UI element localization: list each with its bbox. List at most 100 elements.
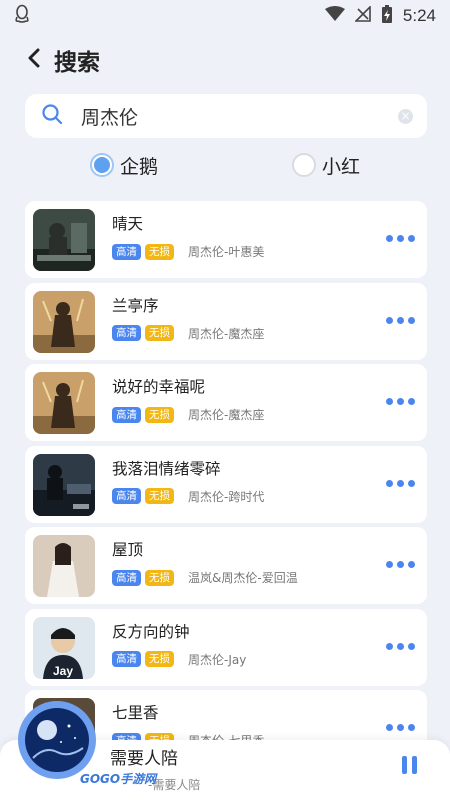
no-signal-icon bbox=[353, 5, 371, 26]
more-options-button[interactable] bbox=[386, 479, 415, 487]
more-options-button[interactable] bbox=[386, 235, 415, 242]
album-cover bbox=[33, 372, 95, 434]
more-dots-icon bbox=[408, 561, 415, 568]
more-dots-icon bbox=[397, 561, 404, 568]
lossless-badge: 无损 bbox=[145, 406, 174, 423]
song-item[interactable]: Jay 反方向的钟 高清 无损 周杰伦-Jay bbox=[25, 608, 427, 686]
lossless-badge: 无损 bbox=[145, 569, 174, 586]
source-label: 企鹅 bbox=[120, 155, 159, 178]
wifi-icon bbox=[324, 6, 345, 26]
now-playing-disc[interactable] bbox=[18, 701, 96, 779]
hd-badge: 高清 bbox=[112, 325, 141, 341]
more-dots-icon bbox=[386, 561, 393, 568]
more-dots-icon bbox=[397, 235, 404, 242]
more-options-button[interactable] bbox=[386, 724, 415, 731]
more-dots-icon bbox=[386, 235, 393, 242]
album-cover bbox=[33, 453, 95, 516]
more-dots-icon bbox=[386, 479, 393, 487]
song-title: 七里香 bbox=[112, 704, 159, 722]
back-button[interactable] bbox=[22, 45, 46, 75]
source-selector: 企鹅 小红 bbox=[0, 148, 450, 182]
battery-charging-icon bbox=[381, 4, 393, 28]
svg-text:Jay: Jay bbox=[53, 664, 73, 678]
song-artist-album: 周杰伦-叶惠美 bbox=[188, 245, 265, 259]
album-cover bbox=[33, 535, 95, 597]
source-label: 小红 bbox=[322, 155, 361, 178]
song-artist-album: 周杰伦-跨时代 bbox=[188, 489, 265, 504]
radio-checked-icon bbox=[90, 153, 114, 177]
watermark-logo: GOGO手游网 bbox=[80, 772, 157, 786]
album-cover bbox=[33, 209, 95, 271]
song-item[interactable]: 晴天 高清 无损 周杰伦-叶惠美 bbox=[25, 201, 427, 278]
radio-unchecked-icon bbox=[292, 153, 316, 177]
more-dots-icon bbox=[408, 235, 415, 242]
more-options-button[interactable] bbox=[386, 561, 415, 568]
song-artist-album: 周杰伦-Jay bbox=[188, 652, 247, 667]
status-bar: 5:24 bbox=[0, 0, 450, 32]
search-icon bbox=[41, 103, 63, 129]
song-item[interactable]: 兰亭序 高清 无损 周杰伦-魔杰座 bbox=[25, 282, 427, 360]
more-options-button[interactable] bbox=[386, 642, 415, 650]
page-title: 搜索 bbox=[54, 50, 100, 76]
song-item[interactable]: 我落泪情绪零碎 高清 无损 周杰伦-跨时代 bbox=[25, 445, 427, 523]
more-dots-icon bbox=[408, 398, 415, 405]
status-time: 5:24 bbox=[402, 6, 436, 25]
song-title: 兰亭序 bbox=[112, 296, 159, 315]
pause-icon bbox=[412, 756, 417, 774]
pause-button[interactable] bbox=[402, 756, 418, 774]
lossless-badge: 无损 bbox=[145, 488, 174, 504]
more-dots-icon bbox=[397, 642, 404, 650]
header: 搜索 bbox=[0, 36, 450, 84]
search-bar[interactable]: 周杰伦 × bbox=[25, 94, 427, 138]
album-cover: Jay bbox=[33, 616, 95, 679]
lossless-badge: 无损 bbox=[145, 651, 174, 667]
more-dots-icon bbox=[408, 316, 415, 324]
qq-penguin-icon bbox=[14, 4, 30, 28]
song-title: 晴天 bbox=[112, 215, 144, 233]
source-radio-qq[interactable]: 企鹅 bbox=[90, 148, 158, 182]
more-dots-icon bbox=[397, 398, 404, 405]
hd-badge: 高清 bbox=[112, 243, 141, 260]
song-item[interactable]: 屋顶 高清 无损 温岚&周杰伦-爱回温 bbox=[25, 527, 427, 604]
lossless-badge: 无损 bbox=[145, 325, 174, 341]
song-tags: 高清 无损 周杰伦-跨时代 bbox=[112, 488, 264, 505]
song-title: 我落泪情绪零碎 bbox=[112, 459, 221, 478]
more-dots-icon bbox=[386, 724, 393, 731]
more-dots-icon bbox=[397, 316, 404, 324]
chevron-left-icon bbox=[27, 48, 41, 72]
close-icon: × bbox=[400, 109, 411, 123]
song-tags: 高清 无损 周杰伦-叶惠美 bbox=[112, 243, 264, 260]
source-radio-xiaohong[interactable]: 小红 bbox=[292, 148, 360, 182]
more-dots-icon bbox=[408, 724, 415, 731]
hd-badge: 高清 bbox=[112, 488, 141, 504]
song-artist-album: 周杰伦-魔杰座 bbox=[188, 408, 265, 422]
song-title: 说好的幸福呢 bbox=[112, 378, 206, 396]
more-dots-icon bbox=[386, 316, 393, 324]
song-artist-album: 温岚&周杰伦-爱回温 bbox=[188, 571, 298, 585]
song-tags: 高清 无损 周杰伦-魔杰座 bbox=[112, 406, 264, 423]
song-item[interactable]: 说好的幸福呢 高清 无损 周杰伦-魔杰座 bbox=[25, 364, 427, 441]
more-dots-icon bbox=[386, 398, 393, 405]
album-cover bbox=[33, 290, 95, 353]
now-playing-cover bbox=[25, 708, 89, 772]
more-options-button[interactable] bbox=[386, 316, 415, 324]
song-list: 晴天 高清 无损 周杰伦-叶惠美 兰亭序 高清 无损 周杰伦-魔杰座 说好的幸福… bbox=[25, 201, 427, 772]
more-dots-icon bbox=[408, 642, 415, 650]
song-tags: 高清 无损 周杰伦-魔杰座 bbox=[112, 325, 264, 342]
clear-search-button[interactable]: × bbox=[398, 108, 413, 124]
more-dots-icon bbox=[397, 479, 404, 487]
song-artist-album: 周杰伦-魔杰座 bbox=[188, 326, 265, 341]
hd-badge: 高清 bbox=[112, 651, 141, 667]
song-tags: 高清 无损 周杰伦-Jay bbox=[112, 651, 246, 668]
song-tags: 高清 无损 温岚&周杰伦-爱回温 bbox=[112, 569, 298, 586]
hd-badge: 高清 bbox=[112, 569, 141, 586]
hd-badge: 高清 bbox=[112, 406, 141, 423]
more-dots-icon bbox=[386, 642, 393, 650]
more-options-button[interactable] bbox=[386, 398, 415, 405]
pause-icon bbox=[402, 756, 407, 774]
lossless-badge: 无损 bbox=[145, 243, 174, 260]
song-title: 反方向的钟 bbox=[112, 622, 190, 641]
now-playing-title: 需要人陪 bbox=[110, 749, 178, 769]
search-input[interactable]: 周杰伦 bbox=[81, 103, 398, 130]
more-dots-icon bbox=[397, 724, 404, 731]
